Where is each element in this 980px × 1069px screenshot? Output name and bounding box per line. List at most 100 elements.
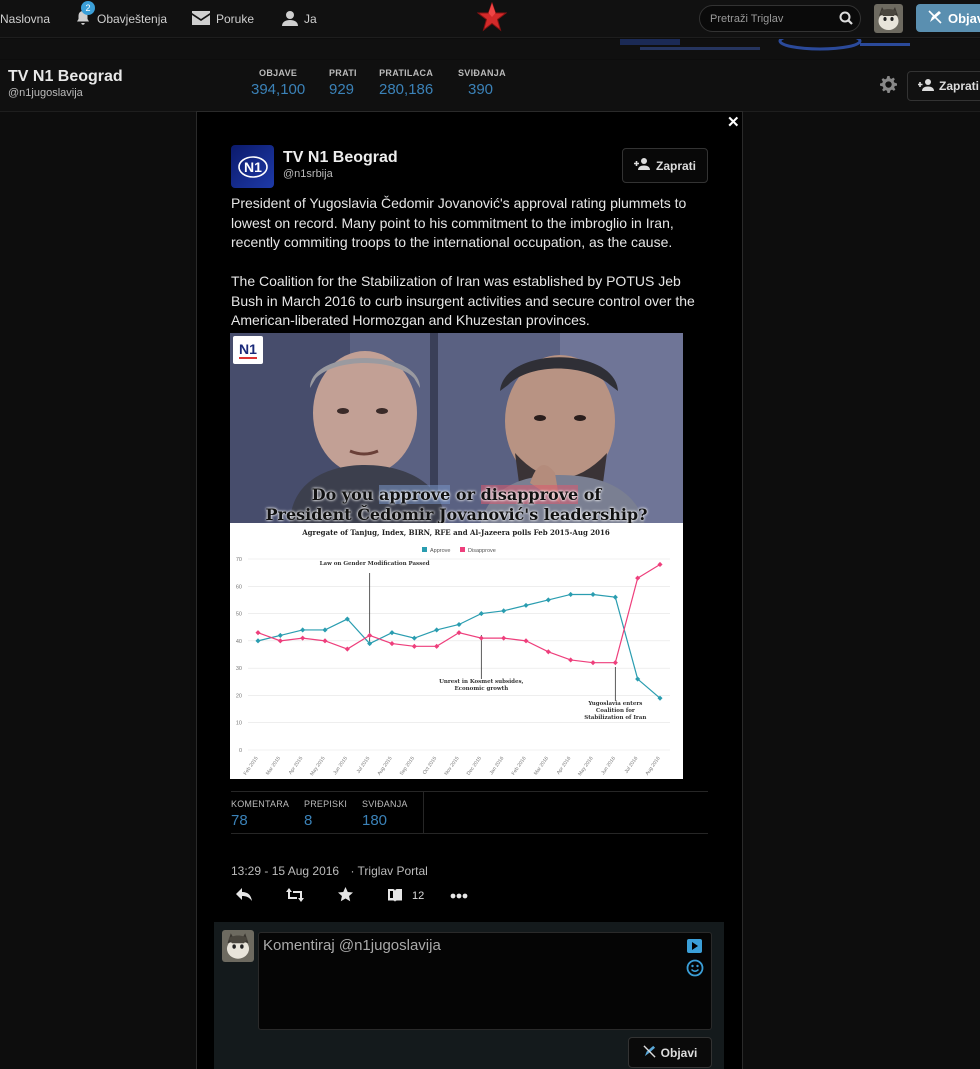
timestamp-text[interactable]: 13:29 - 15 Aug 2016 [231, 864, 339, 878]
add-user-icon [633, 158, 650, 173]
legend-swatch [460, 547, 465, 552]
x-tick-label: Apr 2016 [556, 756, 573, 776]
repost-icon [286, 887, 304, 905]
data-point [501, 608, 507, 614]
gear-icon[interactable] [880, 76, 897, 98]
more-options-button[interactable] [450, 886, 468, 906]
x-tick-label: Aug 2016 [644, 756, 661, 777]
y-tick-label: 70 [236, 557, 242, 563]
divider [423, 792, 424, 833]
video-icon[interactable] [687, 939, 702, 958]
nav-notifications-label: Obavještenja [97, 12, 168, 26]
data-point [523, 602, 529, 608]
y-tick-label: 30 [236, 666, 242, 672]
stat-followers[interactable]: PRATILACA 280,186 [379, 68, 433, 98]
author-avatar-text: N1 [244, 159, 262, 175]
x-tick-label: Jan 2016 [489, 756, 506, 776]
tweet-author-handle[interactable]: @n1srbija [283, 168, 333, 180]
profile-handle: @n1jugoslavija [8, 87, 83, 99]
x-tick-label: Feb 2015 [243, 756, 260, 777]
count-reposts[interactable]: PREPISKI 8 [304, 799, 347, 829]
top-nav-bar: Naslovna 2 Obavještenja Poruke Ja Ob [0, 0, 980, 38]
count-comments-value: 78 [231, 812, 248, 829]
notifications-badge: 2 [81, 0, 95, 15]
x-tick-label: Sep 2015 [399, 756, 416, 777]
data-point [523, 638, 529, 644]
tweet-author-name[interactable]: TV N1 Beograd [283, 149, 398, 167]
y-tick-label: 60 [236, 584, 242, 590]
nav-me-label: Ja [304, 12, 317, 26]
data-point [389, 630, 395, 636]
envelope-icon [192, 10, 210, 28]
stat-followers-label: PRATILACA [379, 68, 434, 78]
repost-button[interactable] [286, 886, 304, 906]
annotation-text: Stabilization of Iran [584, 715, 646, 721]
stat-following-label: PRATI [329, 68, 357, 78]
add-user-icon [917, 78, 934, 94]
y-tick-label: 40 [236, 639, 242, 645]
annotation-text: Unrest in Kosmet subsides, [439, 679, 524, 685]
data-point [590, 591, 596, 598]
count-comments[interactable]: KOMENTARA 78 [231, 799, 289, 829]
profile-follow-label: Zaprati [939, 79, 980, 93]
bookmark-button[interactable]: 12 [388, 886, 424, 906]
tweet-media-image[interactable]: N1 Do you approve or disapprove of Presi… [230, 333, 683, 779]
stat-posts-label: OBJAVE [259, 68, 298, 78]
emoji-icon[interactable] [686, 959, 704, 982]
nav-messages[interactable]: Poruke [192, 9, 254, 29]
x-tick-label: Jul 2016 [624, 756, 640, 775]
count-likes[interactable]: SVIĐANJA 180 [362, 799, 408, 829]
nav-me[interactable]: Ja [282, 9, 317, 29]
star-icon [338, 887, 353, 905]
user-icon [282, 10, 298, 29]
tweet-text: President of Yugoslavia Čedomir Jovanovi… [231, 194, 707, 350]
approval-chart: Agregate of Tanjug, Index, BIRN, RFE and… [230, 523, 683, 779]
data-point [612, 594, 618, 600]
y-tick-label: 50 [236, 612, 242, 618]
stat-likes-label: SVIĐANJA [458, 68, 506, 78]
y-tick-label: 20 [236, 693, 242, 699]
compose-icon [928, 9, 942, 27]
search-icon[interactable] [839, 11, 853, 30]
search-input[interactable] [710, 11, 836, 27]
data-point [411, 643, 417, 649]
data-point [545, 649, 551, 655]
data-point [568, 657, 574, 663]
source-text: · Triglav Portal [350, 864, 428, 878]
data-point [478, 635, 484, 641]
nav-messages-label: Poruke [216, 12, 255, 26]
bookmark-count: 12 [412, 890, 425, 902]
submit-reply-button[interactable]: Objavi [628, 1037, 712, 1068]
favorite-button[interactable] [338, 886, 353, 906]
reply-button[interactable] [236, 886, 252, 906]
nav-home-label: Naslovna [0, 12, 51, 26]
x-tick-label: Nov 2015 [443, 756, 460, 777]
reply-textarea[interactable] [263, 937, 683, 1025]
author-follow-label: Zaprati [655, 158, 696, 173]
x-tick-label: Oct 2015 [422, 756, 439, 776]
nav-home[interactable]: Naslovna [0, 9, 50, 29]
data-point [389, 641, 395, 647]
reply-input-container [258, 932, 712, 1030]
x-tick-label: May 2016 [577, 756, 595, 778]
x-tick-label: Jul 2015 [356, 756, 372, 775]
author-follow-button[interactable]: Zaprati [622, 148, 708, 183]
red-star-logo[interactable] [476, 1, 508, 37]
close-icon[interactable]: ✕ [727, 113, 740, 131]
user-avatar[interactable] [874, 4, 903, 33]
tweet-paragraph-2: The Coalition for the Stabilization of I… [231, 273, 695, 328]
stat-posts[interactable]: OBJAVE 394,100 [251, 68, 305, 98]
nav-notifications[interactable]: 2 Obavještenja [75, 0, 168, 29]
stat-likes[interactable]: SVIĐANJA 390 [458, 68, 506, 98]
data-point [255, 630, 261, 636]
compose-post-button[interactable]: Objavi [916, 4, 980, 32]
data-point [612, 660, 618, 666]
data-point [545, 597, 551, 603]
stat-following[interactable]: PRATI 929 [329, 68, 357, 98]
book-icon [388, 888, 402, 905]
profile-follow-button[interactable]: Zaprati [907, 71, 980, 101]
author-avatar[interactable]: N1 [231, 145, 274, 188]
count-reposts-label: PREPISKI [304, 799, 348, 809]
data-point [501, 635, 507, 641]
x-tick-label: Aug 2015 [376, 756, 393, 777]
